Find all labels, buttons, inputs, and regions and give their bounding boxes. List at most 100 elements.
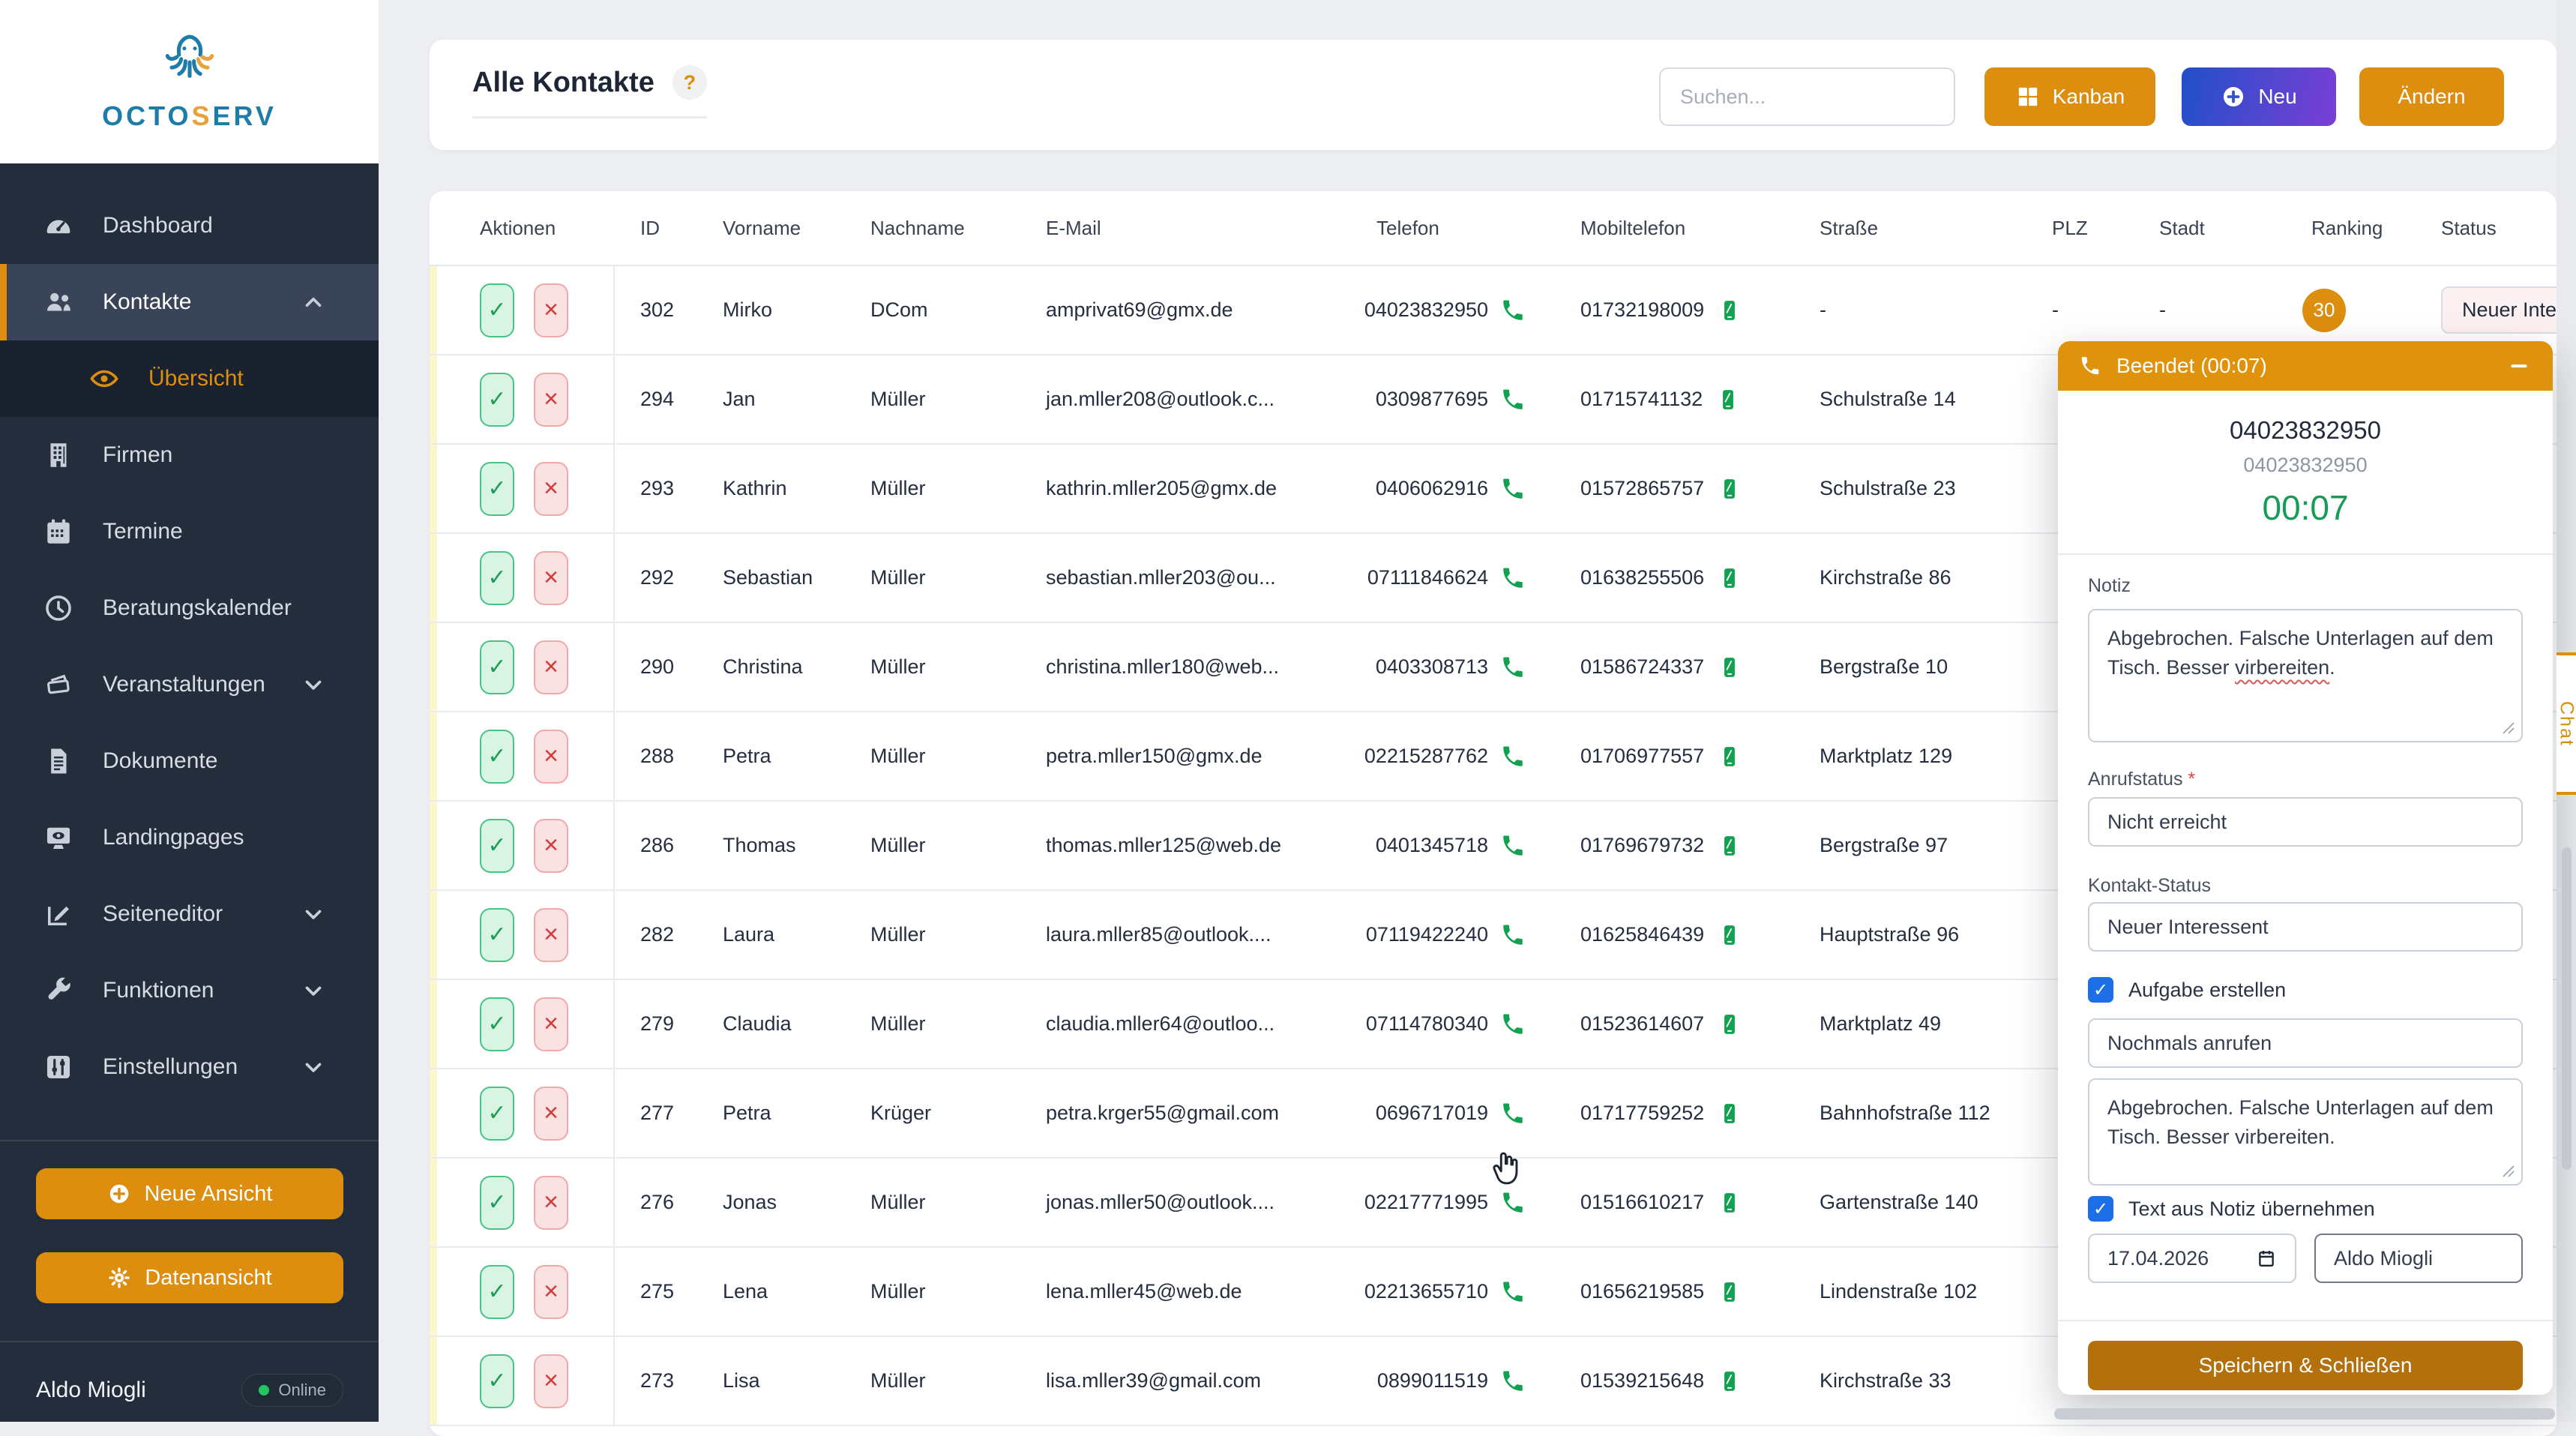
call-mobile-icon[interactable] <box>1718 1369 1742 1393</box>
reject-button[interactable]: × <box>534 908 568 962</box>
edit-button[interactable]: Ändern <box>2359 67 2504 126</box>
new-contact-button[interactable]: Neu <box>2182 67 2336 126</box>
approve-button[interactable]: ✓ <box>480 819 514 873</box>
approve-button[interactable]: ✓ <box>480 1087 514 1141</box>
call-phone-icon[interactable] <box>1500 1279 1526 1305</box>
sidebar-item--bersicht[interactable]: Übersicht <box>0 340 379 417</box>
reject-button[interactable]: × <box>534 373 568 427</box>
sidebar-item-funktionen[interactable]: Funktionen <box>0 952 379 1029</box>
data-view-button[interactable]: Datenansicht <box>36 1252 343 1303</box>
call-phone-icon[interactable] <box>1500 387 1526 412</box>
sidebar-item-einstellungen[interactable]: Einstellungen <box>0 1029 379 1105</box>
reject-button[interactable]: × <box>534 730 568 784</box>
reject-button[interactable]: × <box>534 462 568 516</box>
reject-button[interactable]: × <box>534 1176 568 1230</box>
minimize-icon[interactable] <box>2506 353 2532 379</box>
call-mobile-icon[interactable] <box>1718 655 1742 679</box>
sidebar-item-label: Dokumente <box>103 748 217 774</box>
approve-button[interactable]: ✓ <box>480 551 514 605</box>
calendar-icon[interactable] <box>2256 1248 2277 1269</box>
search-input[interactable] <box>1659 67 1955 126</box>
reject-button[interactable]: × <box>534 819 568 873</box>
cell-id: 294 <box>615 388 697 411</box>
sidebar-item-landingpages[interactable]: Landingpages <box>0 799 379 876</box>
approve-button[interactable]: ✓ <box>480 1176 514 1230</box>
sidebar-item-veranstaltungen[interactable]: Veranstaltungen <box>0 646 379 723</box>
call-phone-icon[interactable] <box>1500 744 1526 769</box>
horizontal-scrollbar[interactable] <box>2054 1408 2555 1420</box>
call-mobile-icon[interactable] <box>1718 566 1742 590</box>
approve-button[interactable]: ✓ <box>480 640 514 694</box>
reject-button[interactable]: × <box>534 283 568 337</box>
call-phone-icon[interactable] <box>1500 298 1526 323</box>
approve-button[interactable]: ✓ <box>480 373 514 427</box>
call-phone-icon[interactable] <box>1500 1190 1526 1216</box>
call-phone-icon[interactable] <box>1500 655 1526 680</box>
approve-button[interactable]: ✓ <box>480 1354 514 1408</box>
vertical-scrollbar[interactable] <box>2562 847 2572 1170</box>
approve-button[interactable]: ✓ <box>480 908 514 962</box>
call-mobile-icon[interactable] <box>1718 745 1742 769</box>
sidebar-item-dokumente[interactable]: Dokumente <box>0 723 379 799</box>
reject-button[interactable]: × <box>534 640 568 694</box>
cell-nachname: Müller <box>845 655 1020 679</box>
approve-button[interactable]: ✓ <box>480 283 514 337</box>
call-mobile-icon[interactable] <box>1718 477 1742 501</box>
anrufstatus-input[interactable]: Nicht erreicht <box>2088 797 2523 847</box>
call-mobile-icon[interactable] <box>1718 1102 1742 1126</box>
approve-button[interactable]: ✓ <box>480 997 514 1051</box>
call-mobile-icon[interactable] <box>1716 388 1740 412</box>
call-phone-icon[interactable] <box>1500 476 1526 502</box>
call-phone-icon[interactable] <box>1500 565 1526 591</box>
kanban-button[interactable]: Kanban <box>1984 67 2155 126</box>
call-phone-icon[interactable] <box>1500 1012 1526 1037</box>
cell-telefon: 07119422240 <box>1366 923 1488 946</box>
help-icon[interactable]: ? <box>672 65 707 100</box>
sidebar-item-firmen[interactable]: Firmen <box>0 417 379 493</box>
sidebar-item-label: Landingpages <box>103 825 244 850</box>
reject-button[interactable]: × <box>534 997 568 1051</box>
reject-button[interactable]: × <box>534 1265 568 1319</box>
resize-grip-icon[interactable] <box>2500 720 2515 735</box>
call-mobile-icon[interactable] <box>1718 923 1742 947</box>
call-mobile-icon[interactable] <box>1718 298 1742 322</box>
reject-button[interactable]: × <box>534 1087 568 1141</box>
sidebar-item-kontakte[interactable]: Kontakte <box>0 264 379 340</box>
cell-nachname: DCom <box>845 298 1020 322</box>
due-date-input[interactable]: 17.04.2026 <box>2088 1234 2296 1283</box>
call-phone-icon[interactable] <box>1500 833 1526 859</box>
chat-tab[interactable]: Chat <box>2557 652 2576 795</box>
cell-id: 277 <box>615 1102 697 1125</box>
owner-input[interactable]: Aldo Miogli <box>2314 1234 2523 1283</box>
col-mobiltelefon: Mobiltelefon <box>1530 217 1770 240</box>
call-phone-icon[interactable] <box>1500 1101 1526 1126</box>
notiz-uebernehmen-checkbox[interactable]: ✓ <box>2088 1196 2113 1222</box>
sidebar-item-seiteneditor[interactable]: Seiteneditor <box>0 876 379 952</box>
kontakt-status-input[interactable]: Neuer Interessent <box>2088 902 2523 952</box>
call-phone-icon[interactable] <box>1500 922 1526 948</box>
reject-button[interactable]: × <box>534 551 568 605</box>
call-phone-icon[interactable] <box>1500 1369 1526 1394</box>
sidebar-item-beratungskalender[interactable]: Beratungskalender <box>0 570 379 646</box>
call-panel-header[interactable]: Beendet (00:07) <box>2058 341 2553 391</box>
aufgabe-titel-input[interactable]: Nochmals anrufen <box>2088 1018 2523 1068</box>
aufgabe-text-textarea[interactable]: Abgebrochen. Falsche Unterlagen auf dem … <box>2088 1078 2523 1186</box>
call-mobile-icon[interactable] <box>1718 1191 1742 1215</box>
call-mobile-icon[interactable] <box>1718 834 1742 858</box>
approve-button[interactable]: ✓ <box>480 730 514 784</box>
aufgabe-checkbox[interactable]: ✓ <box>2088 977 2113 1003</box>
notiz-textarea[interactable]: Abgebrochen. Falsche Unterlagen auf dem … <box>2088 609 2523 742</box>
new-view-button[interactable]: Neue Ansicht <box>36 1168 343 1219</box>
cell-nachname: Krüger <box>845 1102 1020 1125</box>
reject-button[interactable]: × <box>534 1354 568 1408</box>
sidebar-item-dashboard[interactable]: Dashboard <box>0 187 379 264</box>
status-badge[interactable]: Neuer Interessent <box>2441 286 2557 334</box>
resize-grip-icon[interactable] <box>2500 1163 2515 1178</box>
approve-button[interactable]: ✓ <box>480 1265 514 1319</box>
cell-vorname: Sebastian <box>697 566 845 589</box>
call-mobile-icon[interactable] <box>1718 1280 1742 1304</box>
save-close-button[interactable]: Speichern & Schließen <box>2088 1341 2523 1390</box>
call-mobile-icon[interactable] <box>1718 1012 1742 1036</box>
approve-button[interactable]: ✓ <box>480 462 514 516</box>
sidebar-item-termine[interactable]: Termine <box>0 493 379 570</box>
